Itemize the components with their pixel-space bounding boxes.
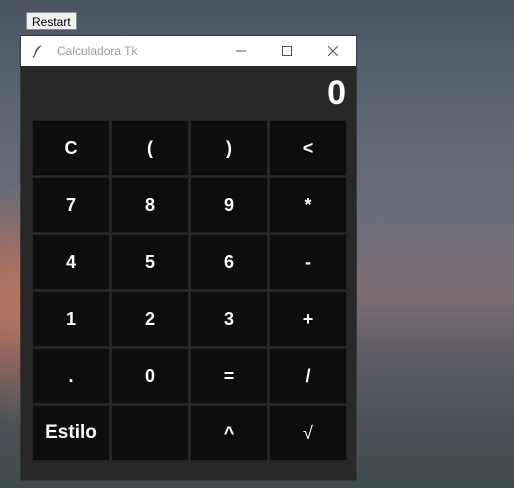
key-add[interactable]: +	[269, 291, 347, 347]
window-title: Calculadora Tk	[57, 44, 138, 58]
key-open-paren[interactable]: (	[111, 120, 189, 176]
key-decimal[interactable]: .	[32, 348, 110, 404]
key-equals[interactable]: =	[190, 348, 268, 404]
key-4[interactable]: 4	[32, 234, 110, 290]
key-7[interactable]: 7	[32, 177, 110, 233]
key-3[interactable]: 3	[190, 291, 268, 347]
key-close-paren[interactable]: )	[190, 120, 268, 176]
maximize-icon	[282, 46, 292, 56]
key-multiply[interactable]: *	[269, 177, 347, 233]
key-subtract[interactable]: -	[269, 234, 347, 290]
minimize-button[interactable]	[218, 36, 264, 66]
key-2[interactable]: 2	[111, 291, 189, 347]
key-0[interactable]: 0	[111, 348, 189, 404]
key-clear[interactable]: C	[32, 120, 110, 176]
display-value: 0	[327, 74, 346, 112]
key-8[interactable]: 8	[111, 177, 189, 233]
calculator-window: Calculadora Tk 0 C ( ) < 7 8 9 * 4 5 6 -…	[20, 35, 357, 481]
key-9[interactable]: 9	[190, 177, 268, 233]
maximize-button[interactable]	[264, 36, 310, 66]
restart-button[interactable]: Restart	[26, 12, 77, 30]
title-bar: Calculadora Tk	[21, 36, 356, 66]
key-sqrt[interactable]: √	[269, 405, 347, 461]
display-area: 0	[21, 66, 356, 121]
key-style[interactable]: Estilo	[32, 405, 110, 461]
close-button[interactable]	[310, 36, 356, 66]
key-divide[interactable]: /	[269, 348, 347, 404]
key-6[interactable]: 6	[190, 234, 268, 290]
key-blank[interactable]	[111, 405, 189, 461]
key-5[interactable]: 5	[111, 234, 189, 290]
keypad: C ( ) < 7 8 9 * 4 5 6 - 1 2 3 + . 0 = / …	[32, 120, 347, 463]
close-icon	[328, 46, 338, 56]
key-backspace[interactable]: <	[269, 120, 347, 176]
minimize-icon	[236, 50, 246, 52]
feather-icon	[32, 45, 42, 58]
key-1[interactable]: 1	[32, 291, 110, 347]
key-power[interactable]: ^	[190, 405, 268, 461]
